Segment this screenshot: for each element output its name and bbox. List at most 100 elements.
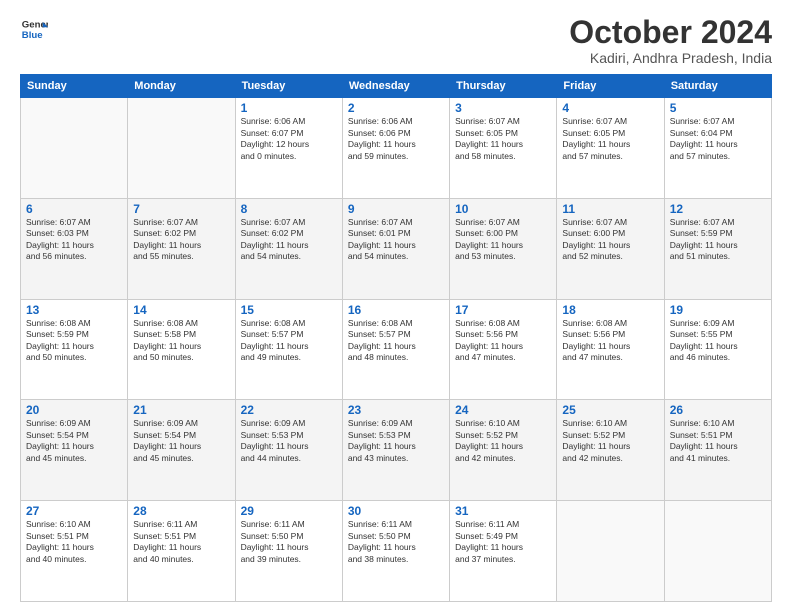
day-number: 27 — [26, 504, 122, 518]
table-row: 12Sunrise: 6:07 AM Sunset: 5:59 PM Dayli… — [664, 198, 771, 299]
day-info: Sunrise: 6:07 AM Sunset: 6:04 PM Dayligh… — [670, 116, 766, 162]
day-number: 6 — [26, 202, 122, 216]
col-sunday: Sunday — [21, 75, 128, 98]
day-number: 15 — [241, 303, 337, 317]
week-row-4: 27Sunrise: 6:10 AM Sunset: 5:51 PM Dayli… — [21, 501, 772, 602]
day-info: Sunrise: 6:09 AM Sunset: 5:54 PM Dayligh… — [133, 418, 229, 464]
day-info: Sunrise: 6:10 AM Sunset: 5:52 PM Dayligh… — [562, 418, 658, 464]
week-row-1: 6Sunrise: 6:07 AM Sunset: 6:03 PM Daylig… — [21, 198, 772, 299]
week-row-2: 13Sunrise: 6:08 AM Sunset: 5:59 PM Dayli… — [21, 299, 772, 400]
table-row: 22Sunrise: 6:09 AM Sunset: 5:53 PM Dayli… — [235, 400, 342, 501]
day-number: 22 — [241, 403, 337, 417]
location: Kadiri, Andhra Pradesh, India — [569, 50, 772, 66]
day-number: 21 — [133, 403, 229, 417]
day-number: 16 — [348, 303, 444, 317]
table-row: 18Sunrise: 6:08 AM Sunset: 5:56 PM Dayli… — [557, 299, 664, 400]
page: General Blue October 2024 Kadiri, Andhra… — [0, 0, 792, 612]
table-row: 14Sunrise: 6:08 AM Sunset: 5:58 PM Dayli… — [128, 299, 235, 400]
table-row: 6Sunrise: 6:07 AM Sunset: 6:03 PM Daylig… — [21, 198, 128, 299]
table-row: 8Sunrise: 6:07 AM Sunset: 6:02 PM Daylig… — [235, 198, 342, 299]
table-row — [664, 501, 771, 602]
day-number: 11 — [562, 202, 658, 216]
day-info: Sunrise: 6:07 AM Sunset: 6:01 PM Dayligh… — [348, 217, 444, 263]
day-number: 17 — [455, 303, 551, 317]
table-row: 9Sunrise: 6:07 AM Sunset: 6:01 PM Daylig… — [342, 198, 449, 299]
col-monday: Monday — [128, 75, 235, 98]
day-info: Sunrise: 6:08 AM Sunset: 5:56 PM Dayligh… — [455, 318, 551, 364]
table-row: 25Sunrise: 6:10 AM Sunset: 5:52 PM Dayli… — [557, 400, 664, 501]
table-row: 2Sunrise: 6:06 AM Sunset: 6:06 PM Daylig… — [342, 98, 449, 199]
table-row — [557, 501, 664, 602]
day-info: Sunrise: 6:11 AM Sunset: 5:51 PM Dayligh… — [133, 519, 229, 565]
day-info: Sunrise: 6:10 AM Sunset: 5:51 PM Dayligh… — [26, 519, 122, 565]
table-row: 7Sunrise: 6:07 AM Sunset: 6:02 PM Daylig… — [128, 198, 235, 299]
day-info: Sunrise: 6:11 AM Sunset: 5:50 PM Dayligh… — [241, 519, 337, 565]
day-number: 2 — [348, 101, 444, 115]
header: General Blue October 2024 Kadiri, Andhra… — [20, 15, 772, 66]
day-number: 31 — [455, 504, 551, 518]
day-number: 30 — [348, 504, 444, 518]
day-number: 28 — [133, 504, 229, 518]
table-row: 21Sunrise: 6:09 AM Sunset: 5:54 PM Dayli… — [128, 400, 235, 501]
table-row: 28Sunrise: 6:11 AM Sunset: 5:51 PM Dayli… — [128, 501, 235, 602]
day-info: Sunrise: 6:11 AM Sunset: 5:50 PM Dayligh… — [348, 519, 444, 565]
day-number: 10 — [455, 202, 551, 216]
day-info: Sunrise: 6:07 AM Sunset: 6:05 PM Dayligh… — [562, 116, 658, 162]
day-number: 12 — [670, 202, 766, 216]
day-number: 4 — [562, 101, 658, 115]
day-info: Sunrise: 6:07 AM Sunset: 6:02 PM Dayligh… — [241, 217, 337, 263]
day-number: 24 — [455, 403, 551, 417]
col-thursday: Thursday — [450, 75, 557, 98]
day-info: Sunrise: 6:08 AM Sunset: 5:57 PM Dayligh… — [348, 318, 444, 364]
day-info: Sunrise: 6:08 AM Sunset: 5:57 PM Dayligh… — [241, 318, 337, 364]
table-row: 24Sunrise: 6:10 AM Sunset: 5:52 PM Dayli… — [450, 400, 557, 501]
day-info: Sunrise: 6:08 AM Sunset: 5:58 PM Dayligh… — [133, 318, 229, 364]
day-number: 1 — [241, 101, 337, 115]
day-number: 7 — [133, 202, 229, 216]
table-row: 13Sunrise: 6:08 AM Sunset: 5:59 PM Dayli… — [21, 299, 128, 400]
day-number: 20 — [26, 403, 122, 417]
table-row: 19Sunrise: 6:09 AM Sunset: 5:55 PM Dayli… — [664, 299, 771, 400]
table-row: 20Sunrise: 6:09 AM Sunset: 5:54 PM Dayli… — [21, 400, 128, 501]
logo: General Blue — [20, 15, 48, 43]
day-number: 9 — [348, 202, 444, 216]
week-row-3: 20Sunrise: 6:09 AM Sunset: 5:54 PM Dayli… — [21, 400, 772, 501]
day-number: 26 — [670, 403, 766, 417]
day-info: Sunrise: 6:06 AM Sunset: 6:07 PM Dayligh… — [241, 116, 337, 162]
day-number: 29 — [241, 504, 337, 518]
table-row: 30Sunrise: 6:11 AM Sunset: 5:50 PM Dayli… — [342, 501, 449, 602]
day-info: Sunrise: 6:08 AM Sunset: 5:56 PM Dayligh… — [562, 318, 658, 364]
col-wednesday: Wednesday — [342, 75, 449, 98]
table-row: 4Sunrise: 6:07 AM Sunset: 6:05 PM Daylig… — [557, 98, 664, 199]
logo-icon: General Blue — [20, 15, 48, 43]
table-row: 10Sunrise: 6:07 AM Sunset: 6:00 PM Dayli… — [450, 198, 557, 299]
table-row: 26Sunrise: 6:10 AM Sunset: 5:51 PM Dayli… — [664, 400, 771, 501]
header-row: Sunday Monday Tuesday Wednesday Thursday… — [21, 75, 772, 98]
day-number: 25 — [562, 403, 658, 417]
table-row: 5Sunrise: 6:07 AM Sunset: 6:04 PM Daylig… — [664, 98, 771, 199]
day-number: 23 — [348, 403, 444, 417]
table-row: 17Sunrise: 6:08 AM Sunset: 5:56 PM Dayli… — [450, 299, 557, 400]
day-number: 8 — [241, 202, 337, 216]
col-saturday: Saturday — [664, 75, 771, 98]
day-info: Sunrise: 6:09 AM Sunset: 5:53 PM Dayligh… — [241, 418, 337, 464]
table-row: 31Sunrise: 6:11 AM Sunset: 5:49 PM Dayli… — [450, 501, 557, 602]
day-info: Sunrise: 6:10 AM Sunset: 5:52 PM Dayligh… — [455, 418, 551, 464]
day-info: Sunrise: 6:07 AM Sunset: 5:59 PM Dayligh… — [670, 217, 766, 263]
day-info: Sunrise: 6:11 AM Sunset: 5:49 PM Dayligh… — [455, 519, 551, 565]
day-info: Sunrise: 6:07 AM Sunset: 6:00 PM Dayligh… — [562, 217, 658, 263]
table-row: 16Sunrise: 6:08 AM Sunset: 5:57 PM Dayli… — [342, 299, 449, 400]
table-row: 29Sunrise: 6:11 AM Sunset: 5:50 PM Dayli… — [235, 501, 342, 602]
table-row — [128, 98, 235, 199]
title-area: October 2024 Kadiri, Andhra Pradesh, Ind… — [569, 15, 772, 66]
day-number: 18 — [562, 303, 658, 317]
day-info: Sunrise: 6:08 AM Sunset: 5:59 PM Dayligh… — [26, 318, 122, 364]
table-row: 1Sunrise: 6:06 AM Sunset: 6:07 PM Daylig… — [235, 98, 342, 199]
day-info: Sunrise: 6:09 AM Sunset: 5:54 PM Dayligh… — [26, 418, 122, 464]
day-info: Sunrise: 6:06 AM Sunset: 6:06 PM Dayligh… — [348, 116, 444, 162]
svg-text:Blue: Blue — [22, 30, 43, 41]
day-info: Sunrise: 6:07 AM Sunset: 6:03 PM Dayligh… — [26, 217, 122, 263]
col-friday: Friday — [557, 75, 664, 98]
table-row — [21, 98, 128, 199]
day-number: 5 — [670, 101, 766, 115]
